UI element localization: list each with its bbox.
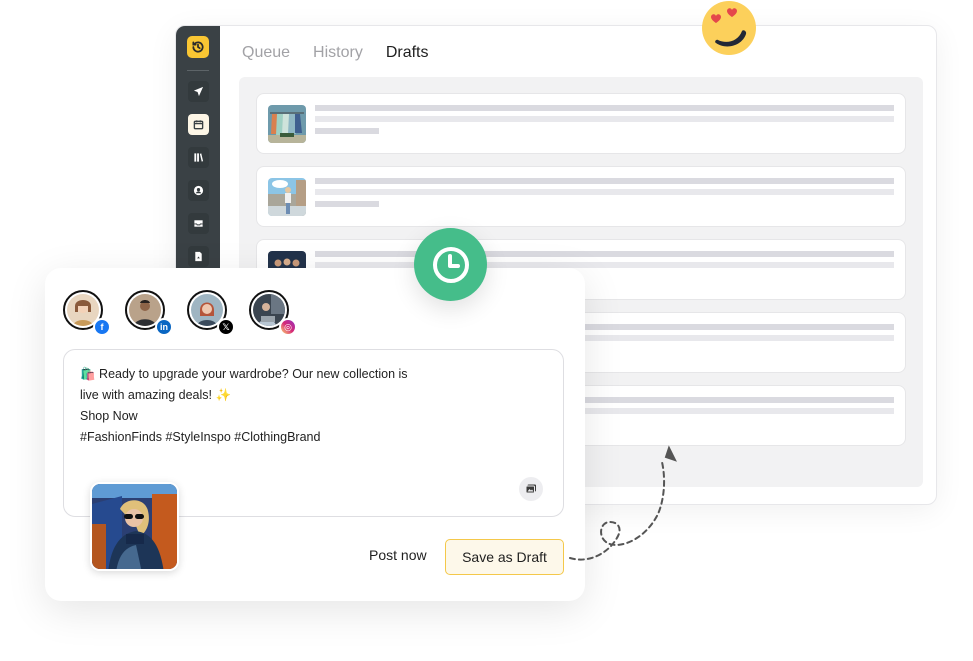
draft-thumbnail [268,178,306,216]
draft-item[interactable] [256,166,906,227]
sidebar-item-library[interactable] [187,147,209,168]
post-line: Shop Now [80,409,138,423]
skeleton-line [315,128,379,134]
library-icon [193,153,203,162]
post-composer: f in 𝕏 ◎ 🛍️ Ready to upgrade your wardro… [45,268,585,601]
dashed-arrow-icon [569,445,677,561]
calendar-icon [193,120,203,130]
post-line: live with amazing deals! ✨ [80,388,232,402]
account-linkedin[interactable]: in [125,290,173,336]
skeleton-line [315,116,894,122]
linkedin-icon: in [155,318,173,336]
x-icon: 𝕏 [217,318,235,336]
user-circle-icon [193,185,203,196]
post-line: 🛍️ Ready to upgrade your wardrobe? Our n… [80,367,408,381]
attached-image[interactable] [90,482,179,571]
skeleton-line [315,201,379,207]
sidebar-item-publish[interactable] [187,81,209,102]
document-icon [194,251,202,262]
fashion-photo [92,484,177,569]
skeleton-line [315,251,894,257]
post-line: #FashionFinds #StyleInspo #ClothingBrand [80,430,321,444]
skeleton-line [315,178,894,184]
schedule-badge [414,228,487,301]
clock-history-icon [192,41,204,53]
skeleton-line [315,105,894,111]
account-x[interactable]: 𝕏 [187,290,235,336]
instagram-icon: ◎ [279,318,297,336]
send-icon [193,86,203,97]
clock-icon [432,246,469,283]
sidebar-divider [187,70,209,71]
image-icon [525,484,536,494]
sidebar-item-documents[interactable] [187,246,209,267]
account-selector: f in 𝕏 ◎ [63,290,297,336]
account-facebook[interactable]: f [63,290,111,336]
account-instagram[interactable]: ◎ [249,290,297,336]
sidebar-item-inbox[interactable] [187,213,209,234]
facebook-icon: f [93,318,111,336]
skeleton-line [315,189,894,195]
draft-item[interactable] [256,93,906,154]
heart-eyes-emoji-icon [702,1,756,55]
tab-drafts[interactable]: Drafts [386,44,429,62]
sidebar-item-profile[interactable] [187,180,209,201]
tab-bar: Queue History Drafts [242,44,429,62]
add-media-button[interactable] [519,477,543,501]
post-now-button[interactable]: Post now [369,547,427,563]
save-as-draft-button[interactable]: Save as Draft [445,539,564,575]
tab-history[interactable]: History [313,44,363,62]
logo[interactable] [187,36,209,58]
tab-queue[interactable]: Queue [242,44,290,62]
inbox-icon [193,220,203,227]
draft-thumbnail [268,105,306,143]
sidebar-item-calendar[interactable] [187,114,209,135]
